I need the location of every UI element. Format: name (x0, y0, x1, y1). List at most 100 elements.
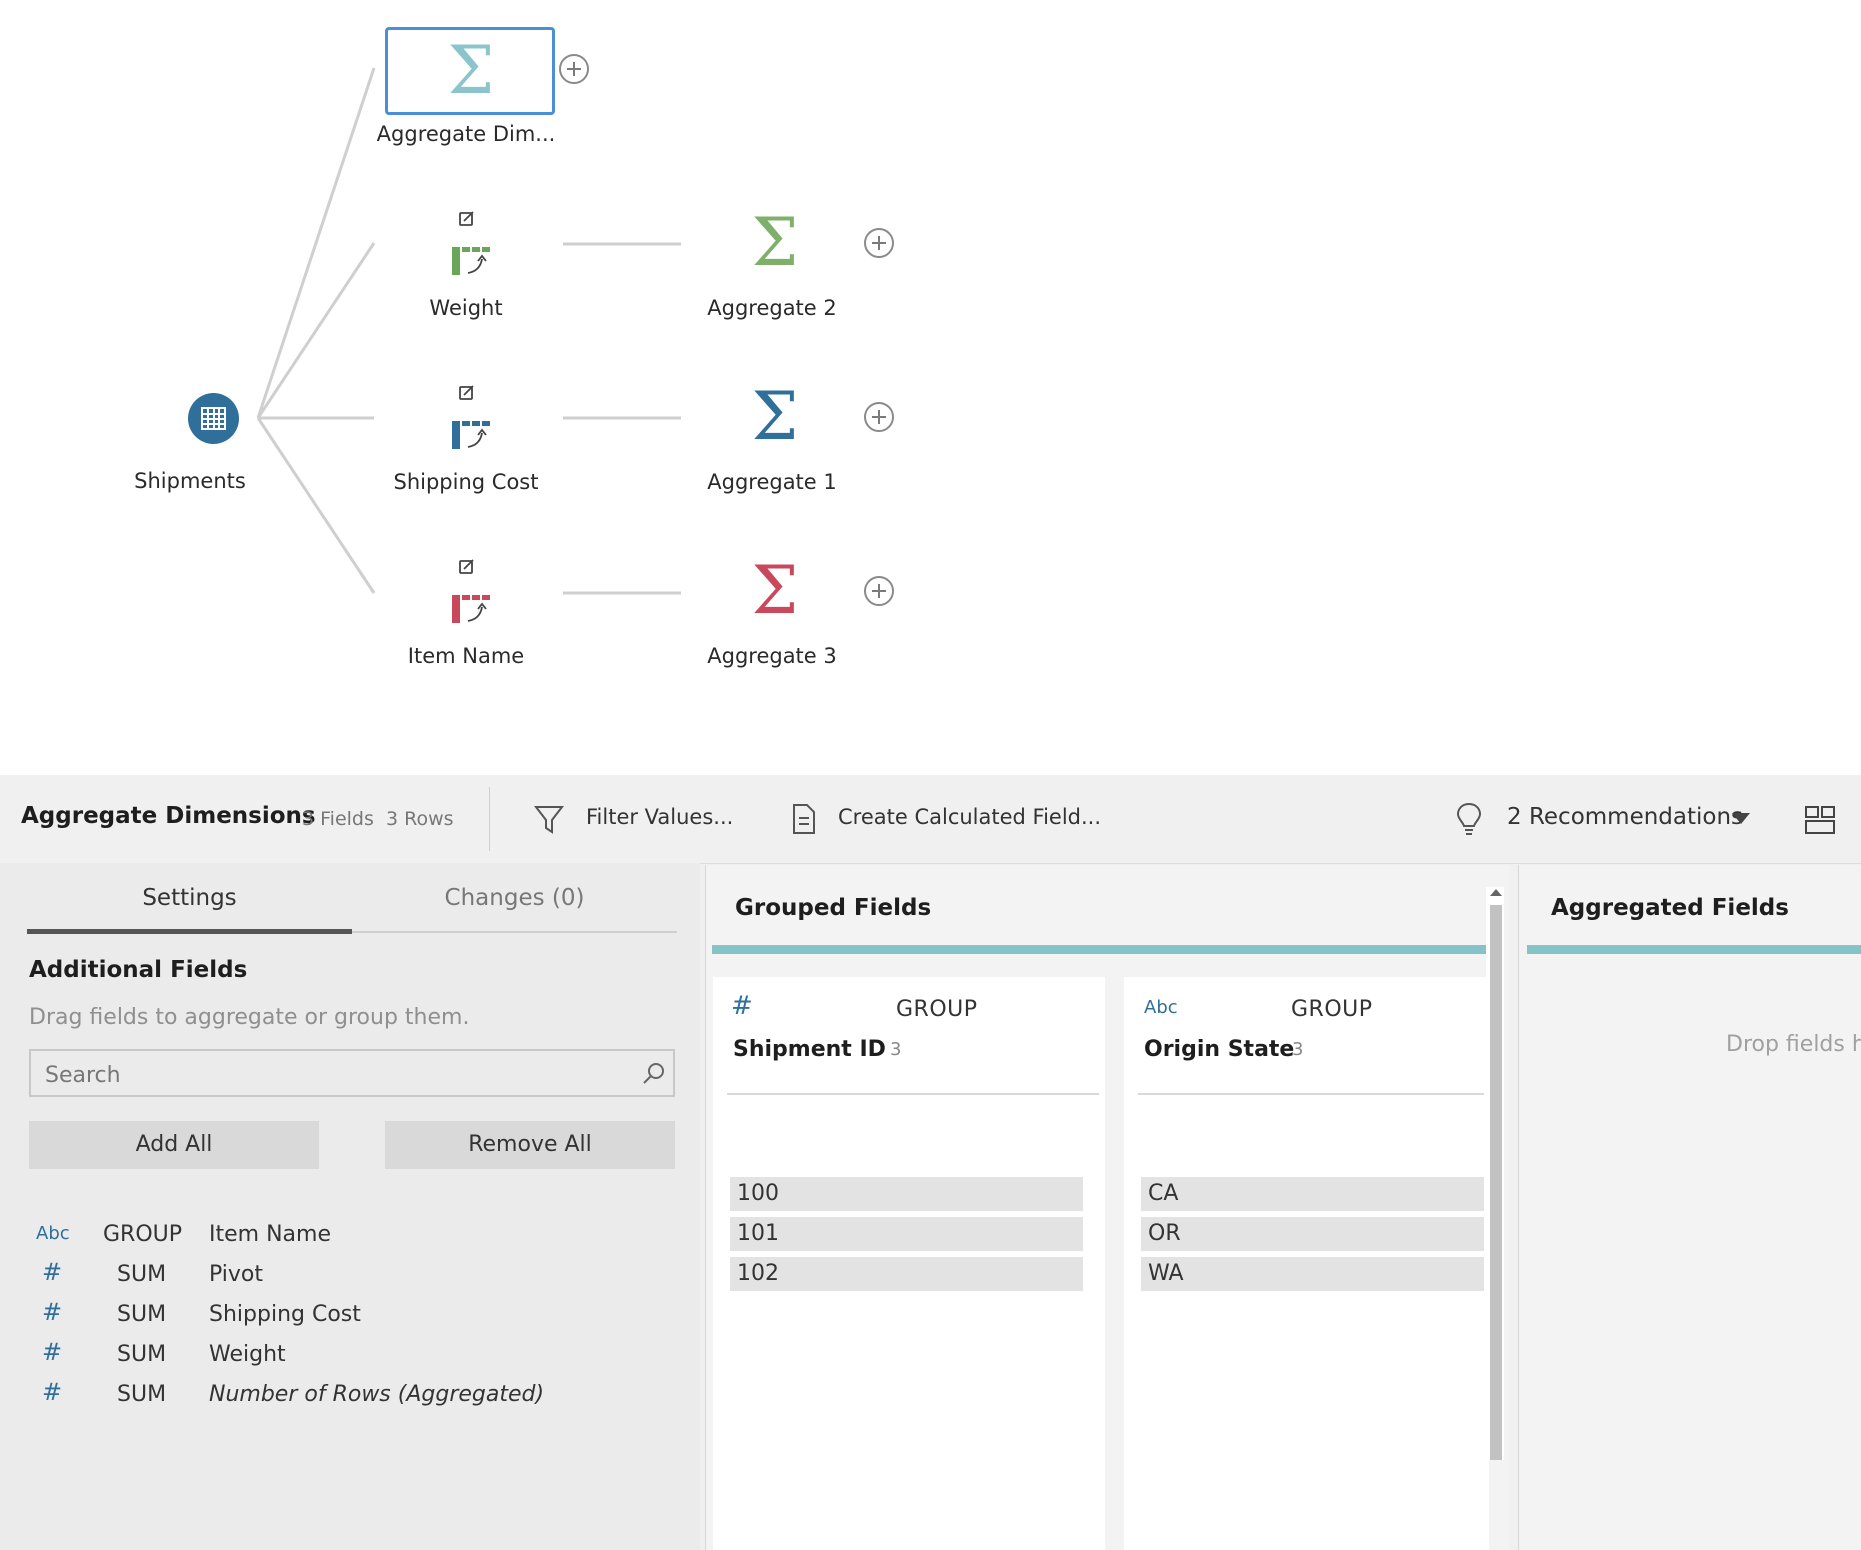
remove-all-button[interactable]: Remove All (385, 1121, 675, 1169)
field-aggregation[interactable]: SUM (117, 1262, 166, 1287)
field-aggregation[interactable]: GROUP (103, 1222, 182, 1247)
aggregate-1-node-label: Aggregate 1 (707, 470, 837, 494)
tab-changes[interactable]: Changes (0) (352, 885, 677, 911)
active-tab-indicator (27, 929, 352, 934)
search-icon[interactable] (641, 1061, 667, 1087)
field-name: Weight (209, 1342, 286, 1367)
scrollbar-thumb[interactable] (1490, 905, 1502, 1460)
search-input[interactable] (43, 1059, 607, 1091)
sigma-icon: Σ (447, 32, 495, 109)
shipments-input-node[interactable] (188, 393, 239, 444)
shipments-node-label: Shipments (134, 469, 246, 493)
aggregate-dim-node[interactable]: Σ (385, 27, 555, 115)
field-name: Number of Rows (Aggregated) (209, 1382, 545, 1407)
calculated-field-icon (793, 804, 815, 834)
pivot-node-item-name[interactable] (440, 555, 500, 631)
connector-input-weight (256, 242, 376, 419)
layout-grid-icon (1805, 806, 1835, 834)
value-bar[interactable]: OR (1141, 1217, 1484, 1251)
aggregated-fields-pane[interactable]: Aggregated Fields Drop fields h (1518, 865, 1861, 1550)
table-icon (201, 407, 226, 430)
scroll-up-arrow-icon[interactable] (1490, 889, 1502, 896)
flow-canvas[interactable]: Shipments Σ Aggregate Dim... Weight Ship… (0, 0, 1861, 775)
pivot-node-label-shipping-cost: Shipping Cost (393, 470, 539, 494)
field-aggregation[interactable]: SUM (117, 1302, 166, 1327)
aggregate-1-node[interactable]: Σ (740, 382, 810, 458)
field-name: Pivot (209, 1262, 264, 1287)
aggregate-2-node[interactable]: Σ (740, 208, 810, 284)
field-row-item-name[interactable]: Abc GROUP Item Name (0, 1217, 700, 1257)
column-header-divider (727, 1093, 1099, 1095)
recommendations-label: 2 Recommendations (1507, 804, 1744, 830)
sigma-icon: Σ (751, 378, 799, 455)
column-role[interactable]: GROUP (1291, 997, 1373, 1022)
vertical-scrollbar[interactable] (1486, 887, 1504, 1460)
connector-input-itemname (256, 417, 376, 594)
pivot-icon (452, 559, 490, 623)
toolbar-divider (489, 787, 490, 851)
lightbulb-icon (1456, 802, 1482, 835)
field-aggregation[interactable]: SUM (117, 1342, 166, 1367)
settings-pane: Settings Changes (0) Additional Fields D… (0, 863, 700, 1550)
aggregate-3-node[interactable]: Σ (740, 556, 810, 632)
group-column-shipment-id[interactable]: # GROUP Shipment ID 3 100 101 102 (713, 977, 1105, 1550)
filter-icon (534, 806, 564, 834)
number-type-icon: # (731, 991, 753, 1021)
field-row-weight[interactable]: # SUM Weight (0, 1337, 700, 1377)
grouped-fields-title: Grouped Fields (735, 895, 932, 921)
additional-fields-hint: Drag fields to aggregate or group them. (29, 1005, 470, 1030)
flow-connectors (256, 67, 681, 595)
string-type-icon: Abc (36, 1223, 70, 1244)
layout-toggle-button[interactable] (1804, 805, 1836, 835)
filter-values-button[interactable]: Filter Values... (534, 801, 734, 837)
string-type-icon: Abc (1144, 997, 1178, 1018)
create-calculated-field-button[interactable]: Create Calculated Field... (789, 801, 1101, 837)
group-column-origin-state[interactable]: Abc GROUP Origin State 3 CA OR WA (1124, 977, 1489, 1550)
value-bar[interactable]: CA (1141, 1177, 1484, 1211)
pivot-node-weight[interactable] (440, 207, 500, 283)
step-title: Aggregate Dimensions (21, 803, 316, 829)
tab-settings[interactable]: Settings (27, 885, 352, 911)
pivot-icon (452, 211, 490, 275)
aggregate-3-node-label: Aggregate 3 (707, 644, 837, 668)
pivot-node-label-item-name: Item Name (407, 644, 525, 668)
recommendations-button[interactable]: 2 Recommendations (1455, 801, 1755, 837)
column-distinct-count: 3 (1292, 1039, 1304, 1060)
fields-count: 3 Fields (302, 808, 374, 830)
drop-fields-hint: Drop fields h (1726, 1032, 1861, 1057)
value-bar[interactable]: WA (1141, 1257, 1484, 1291)
value-bar[interactable]: 102 (730, 1257, 1083, 1291)
add-step-button-agg1[interactable] (864, 402, 894, 432)
pivot-node-shipping-cost[interactable] (440, 381, 500, 457)
aggregate-2-node-label: Aggregate 2 (707, 296, 837, 320)
add-step-button-agg2[interactable] (864, 228, 894, 258)
add-all-button[interactable]: Add All (29, 1121, 319, 1169)
add-step-button-agg3[interactable] (864, 576, 894, 606)
grouped-fields-pane[interactable]: Grouped Fields # GROUP Shipment ID 3 100… (705, 865, 1509, 1550)
field-aggregation[interactable]: SUM (117, 1382, 166, 1407)
step-toolbar: Aggregate Dimensions 3 Fields 3 Rows Fil… (0, 775, 1861, 864)
aggregated-fields-accent-bar (1527, 945, 1861, 954)
field-row-number-of-rows[interactable]: # SUM Number of Rows (Aggregated) (0, 1377, 700, 1417)
connector-input-aggdim (256, 67, 376, 419)
chevron-down-icon (1732, 813, 1750, 824)
pivot-node-label-weight: Weight (429, 296, 503, 320)
tab-divider (352, 931, 677, 933)
column-role[interactable]: GROUP (896, 997, 978, 1022)
value-bar[interactable]: 100 (730, 1177, 1083, 1211)
sigma-icon: Σ (751, 552, 799, 629)
field-row-pivot[interactable]: # SUM Pivot (0, 1257, 700, 1297)
value-bar[interactable]: 101 (730, 1217, 1083, 1251)
aggregated-fields-title: Aggregated Fields (1551, 895, 1789, 921)
create-calculated-field-label: Create Calculated Field... (838, 805, 1102, 829)
rows-count: 3 Rows (386, 808, 454, 830)
add-step-button-aggdim[interactable] (559, 54, 589, 84)
grouped-fields-accent-bar (712, 945, 1503, 954)
pivot-icon (452, 385, 490, 449)
search-box (29, 1049, 675, 1097)
filter-values-label: Filter Values... (586, 805, 734, 829)
field-row-shipping-cost[interactable]: # SUM Shipping Cost (0, 1297, 700, 1337)
step-profile-panel: Aggregate Dimensions 3 Fields 3 Rows Fil… (0, 775, 1861, 1550)
number-type-icon: # (42, 1258, 63, 1286)
column-name: Origin State (1144, 1037, 1295, 1062)
